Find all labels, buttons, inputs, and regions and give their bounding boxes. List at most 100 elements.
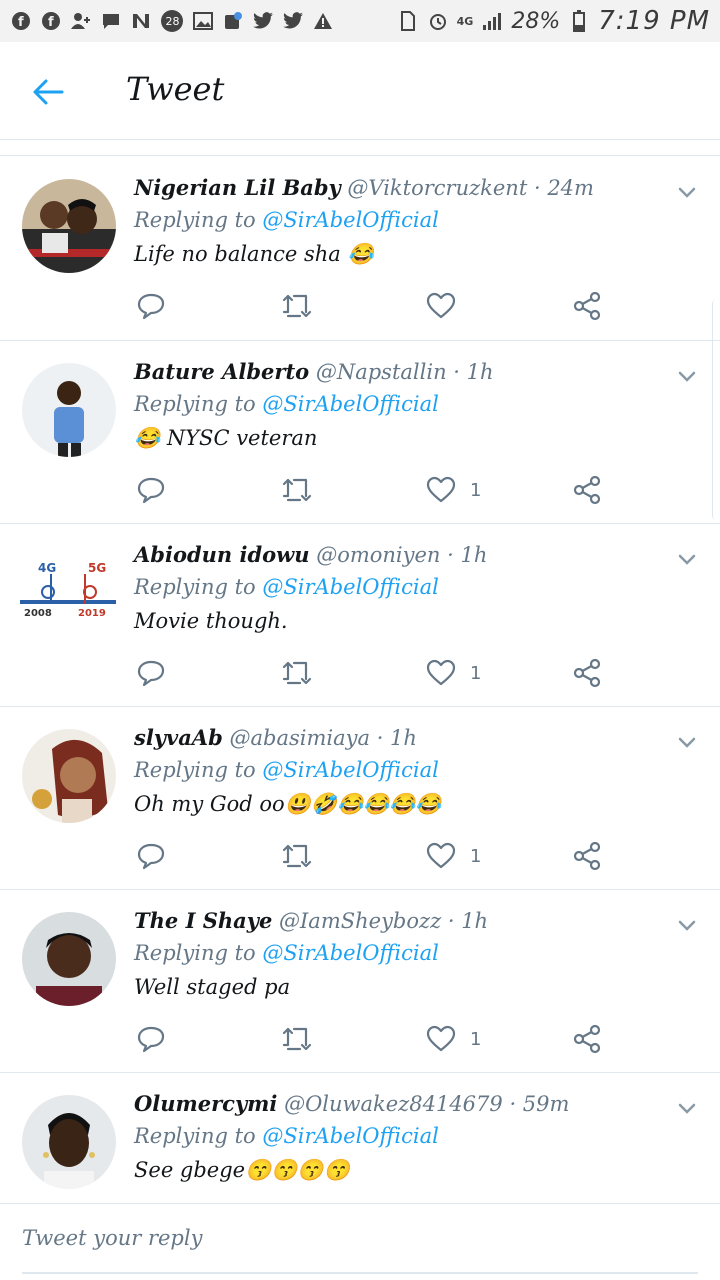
like-button[interactable]: 1: [426, 658, 481, 688]
svg-text:f: f: [18, 15, 24, 30]
replying-prefix: Replying to: [134, 1124, 263, 1148]
reply-icon: [137, 660, 165, 687]
avatar[interactable]: [22, 363, 116, 457]
mention-link[interactable]: @SirAbelOfficial: [262, 208, 438, 232]
tweet-header: slyvaAb @abasimiaya · 1h: [134, 725, 660, 750]
tweet-text: 😂 NYSC veteran: [134, 426, 318, 450]
reply-icon: [137, 843, 165, 870]
display-name[interactable]: slyvaAb: [134, 725, 223, 750]
notification-count-badge: 28: [160, 10, 184, 32]
like-count: 1: [470, 479, 482, 501]
back-arrow-icon: [33, 79, 64, 105]
mention-link[interactable]: @SirAbelOfficial: [262, 392, 438, 416]
user-handle[interactable]: @Napstallin: [316, 360, 447, 384]
like-button[interactable]: 1: [426, 1024, 481, 1054]
like-button[interactable]: [426, 291, 470, 321]
user-handle[interactable]: @Viktorcruzkent: [347, 176, 527, 200]
reply-button[interactable]: [136, 291, 166, 321]
message-icon: [100, 10, 122, 32]
display-name[interactable]: The I Shaye: [134, 908, 272, 933]
share-icon: [573, 475, 601, 505]
chevron-down-icon[interactable]: [676, 548, 698, 570]
heart-icon: [426, 292, 456, 319]
retweet-button[interactable]: [280, 841, 314, 871]
share-button[interactable]: [572, 291, 602, 321]
tweet-time: · 59m: [509, 1092, 570, 1116]
display-name[interactable]: Nigerian Lil Baby: [134, 175, 341, 200]
reply-button[interactable]: [136, 841, 166, 871]
scrollbar[interactable]: [712, 300, 720, 520]
avatar[interactable]: [22, 729, 116, 823]
svg-text:f: f: [48, 15, 54, 30]
tweet-item[interactable]: 4G 5G 2008 2019 Abiodun idowu @omoniyen · 1…: [0, 524, 720, 707]
avatar-label-4g: 4G: [38, 561, 56, 575]
reply-icon: [137, 293, 165, 320]
tweet-item[interactable]: The I Shaye @IamSheybozz · 1h Replying t…: [0, 890, 720, 1073]
tweet-item[interactable]: slyvaAb @abasimiaya · 1h Replying to @Si…: [0, 707, 720, 890]
share-button[interactable]: [572, 475, 602, 505]
mention-link[interactable]: @SirAbelOfficial: [262, 1124, 438, 1148]
avatar[interactable]: [22, 1095, 116, 1189]
reply-button[interactable]: [136, 475, 166, 505]
retweet-button[interactable]: [280, 658, 314, 688]
user-handle[interactable]: @Oluwakez8414679: [284, 1092, 503, 1116]
replying-to: Replying to @SirAbelOfficial: [134, 575, 439, 599]
user-handle[interactable]: @omoniyen: [316, 543, 440, 567]
tweet-actions: 1: [134, 841, 614, 871]
tweet-item[interactable]: Nigerian Lil Baby @Viktorcruzkent · 24m …: [0, 157, 720, 341]
replying-to: Replying to @SirAbelOfficial: [134, 392, 439, 416]
share-icon: [573, 291, 601, 321]
tweet-text: Oh my God oo😃🤣😂😂😂😂: [134, 792, 442, 816]
reply-button[interactable]: [136, 658, 166, 688]
tweet-text: Movie though.: [134, 609, 288, 633]
chevron-down-icon[interactable]: [676, 365, 698, 387]
like-count: 1: [470, 845, 482, 867]
tweet-item[interactable]: Bature Alberto @Napstallin · 1h Replying…: [0, 341, 720, 524]
share-button[interactable]: [572, 658, 602, 688]
tweet-text: Life no balance sha 😂: [134, 242, 374, 266]
tweet-header: Olumercymi @Oluwakez8414679 · 59m: [134, 1091, 660, 1116]
tweet-time: · 1h: [447, 909, 489, 933]
back-button[interactable]: [30, 74, 66, 110]
avatar[interactable]: 4G 5G 2008 2019: [20, 554, 116, 634]
like-count: 1: [470, 1028, 482, 1050]
mention-link[interactable]: @SirAbelOfficial: [262, 941, 438, 965]
avatar-label-2008: 2008: [24, 608, 52, 619]
retweet-icon: [282, 478, 312, 502]
tweet-actions: 1: [134, 475, 614, 505]
user-handle[interactable]: @abasimiaya: [229, 726, 370, 750]
retweet-icon: [282, 844, 312, 868]
signal-icon: [481, 10, 503, 32]
twitter-icon: [252, 10, 274, 32]
chevron-down-icon[interactable]: [676, 1097, 698, 1119]
replying-to: Replying to @SirAbelOfficial: [134, 208, 439, 232]
like-button[interactable]: 1: [426, 841, 481, 871]
display-name[interactable]: Abiodun idowu: [134, 542, 310, 567]
mention-link[interactable]: @SirAbelOfficial: [262, 758, 438, 782]
avatar[interactable]: [22, 179, 116, 273]
avatar[interactable]: [22, 912, 116, 1006]
like-button[interactable]: 1: [426, 475, 481, 505]
share-button[interactable]: [572, 841, 602, 871]
chevron-down-icon[interactable]: [676, 181, 698, 203]
heart-icon: [426, 476, 456, 503]
retweet-button[interactable]: [280, 1024, 314, 1054]
image-icon: [192, 10, 214, 32]
share-button[interactable]: [572, 1024, 602, 1054]
user-handle[interactable]: @IamSheybozz: [279, 909, 441, 933]
chevron-down-icon[interactable]: [676, 914, 698, 936]
retweet-button[interactable]: [280, 475, 314, 505]
display-name[interactable]: Bature Alberto: [134, 359, 309, 384]
reply-button[interactable]: [136, 1024, 166, 1054]
mention-link[interactable]: @SirAbelOfficial: [262, 575, 438, 599]
reply-icon: [137, 1026, 165, 1053]
chevron-down-icon[interactable]: [676, 731, 698, 753]
display-name[interactable]: Olumercymi: [134, 1091, 277, 1116]
app-update-icon: [222, 10, 244, 32]
reply-icon: [137, 477, 165, 504]
retweet-button[interactable]: [280, 291, 314, 321]
reply-input[interactable]: Tweet your reply: [22, 1226, 202, 1250]
avatar-label-2019: 2019: [78, 608, 106, 619]
tweet-header: Nigerian Lil Baby @Viktorcruzkent · 24m: [134, 175, 660, 200]
tweet-item[interactable]: Olumercymi @Oluwakez8414679 · 59m Replyi…: [0, 1073, 720, 1204]
